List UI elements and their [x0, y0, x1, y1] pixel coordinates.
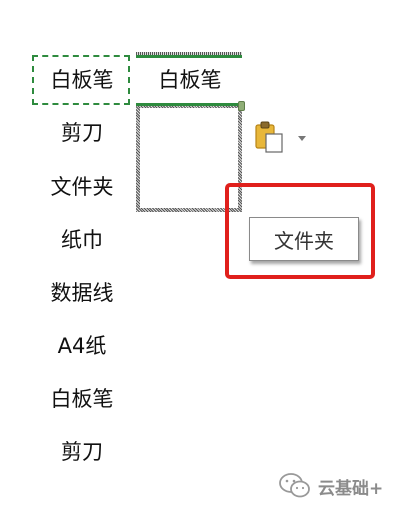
caret-down-icon[interactable]: [298, 136, 306, 141]
drag-tooltip: 文件夹: [249, 217, 359, 261]
wechat-logo: [279, 473, 310, 498]
paste-clipboard-icon[interactable]: [253, 120, 287, 154]
cell-b1-value: 白板笔: [158, 68, 222, 92]
cell-a8[interactable]: 剪刀: [36, 442, 128, 463]
cell-a5[interactable]: 数据线: [36, 283, 128, 304]
cell-a4[interactable]: 纸巾: [36, 230, 128, 251]
watermark-text: 云基础+: [318, 478, 384, 499]
cell-a2[interactable]: 剪刀: [36, 123, 128, 144]
selection-border-top: [136, 55, 242, 58]
watermark: 云基础+: [278, 470, 396, 502]
cell-a3[interactable]: 文件夹: [36, 177, 128, 198]
fill-handle[interactable]: [238, 101, 245, 111]
cell-a7[interactable]: 白板笔: [36, 389, 128, 410]
cell-a6[interactable]: A4纸: [36, 336, 128, 357]
cell-a1[interactable]: 白板笔: [36, 70, 128, 91]
tooltip-text: 文件夹: [274, 228, 334, 253]
selection-border-bottom: [136, 103, 242, 106]
